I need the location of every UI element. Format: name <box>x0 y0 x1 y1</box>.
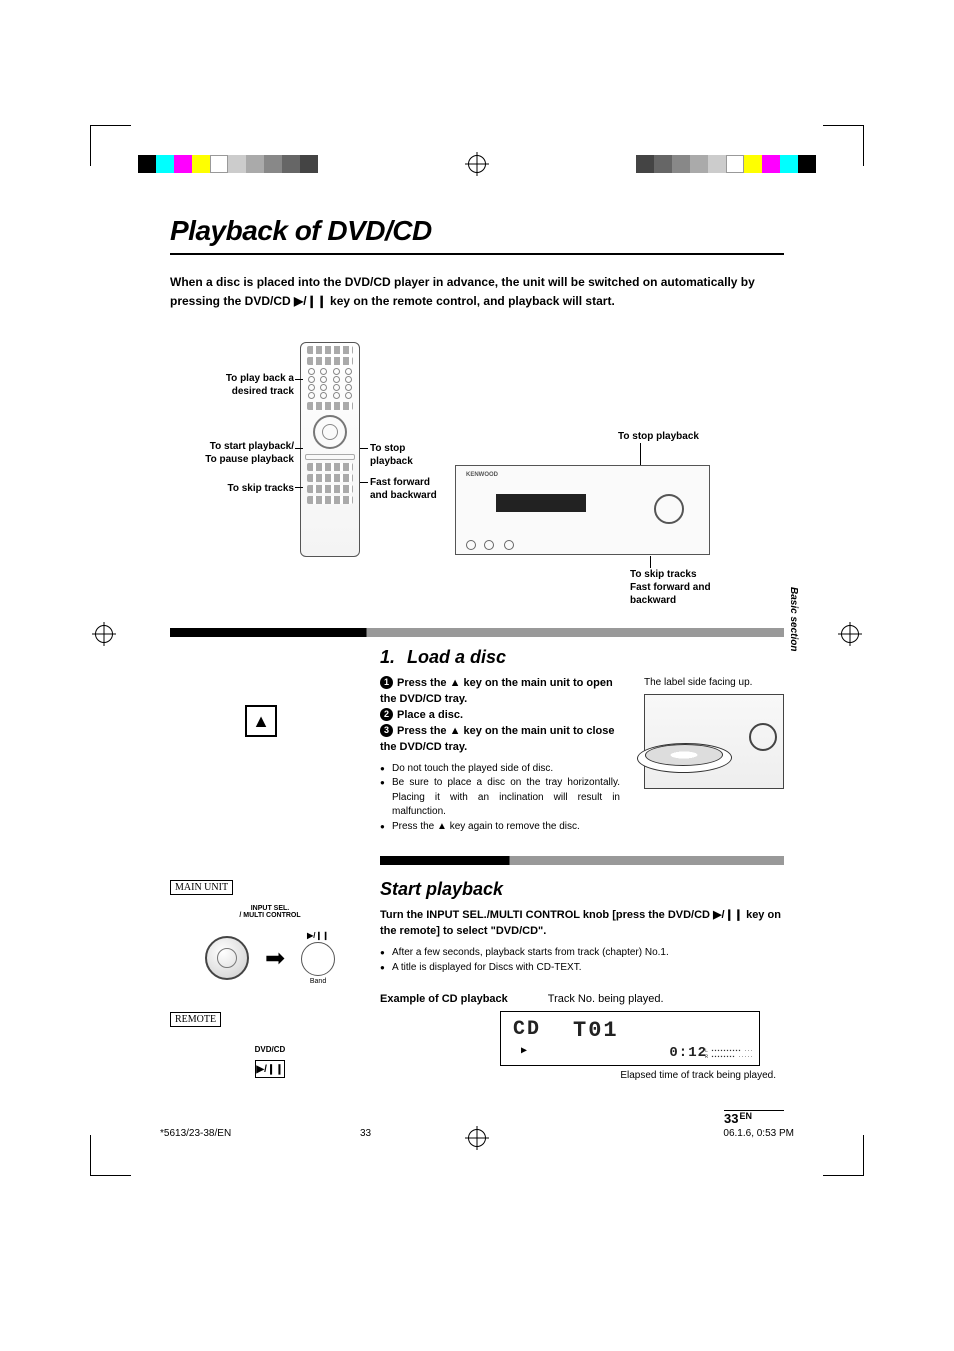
label-start-pause: To start playback/ To pause playback <box>174 440 294 466</box>
intro-line2a: pressing the DVD/CD <box>170 294 294 308</box>
section-load-disc: 1. Load a disc 1Press the ▲ key on the m… <box>380 647 784 834</box>
page-title: Playback of DVD/CD <box>170 215 784 247</box>
sec1-bullet2: Be sure to place a disc on the tray hori… <box>380 776 620 820</box>
footer-timestamp: 06.1.6, 0:53 PM <box>723 1128 794 1139</box>
arrow-right-icon: ➡ <box>265 944 285 973</box>
eject-glyph: ▲ <box>450 677 461 689</box>
step-badge-2: 2 <box>380 708 393 721</box>
label-playback-track: To play back a desired track <box>184 372 294 398</box>
step-badge-3: 3 <box>380 724 393 737</box>
intro-line2b: key on the remote control, and playback … <box>327 294 615 308</box>
remote-tag: REMOTE <box>170 1012 221 1027</box>
example-label: Example of CD playback <box>380 993 508 1005</box>
main-unit-tag: MAIN UNIT <box>170 880 233 895</box>
label-stop-unit: To stop playback <box>618 430 699 443</box>
registration-target-left <box>95 625 113 643</box>
display-time: 0:12 <box>669 1045 707 1061</box>
input-sel-knob-icon <box>205 936 249 980</box>
eject-glyph-2: ▲ <box>450 725 461 737</box>
footer-doc: *5613/23-38/EN <box>160 1128 360 1139</box>
main-unit-illustration: KENWOOD <box>455 465 710 555</box>
play-pause-glyph: ▶/❙❙ <box>294 294 327 308</box>
display-play-icon: ▶ <box>521 1045 527 1057</box>
intro-paragraph: When a disc is placed into the DVD/CD pl… <box>170 273 784 310</box>
elapsed-caption: Elapsed time of track being played. <box>380 1070 776 1081</box>
sec1-bullet3: Press the ▲ key again to remove the disc… <box>380 820 620 835</box>
sec1-right-illustration: The label side facing up. <box>644 677 784 789</box>
play-pause-small: ▶/❙❙ <box>301 931 335 940</box>
knob-caption: INPUT SEL. / MULTI CONTROL <box>170 905 370 919</box>
section-rule-1 <box>170 628 784 637</box>
title-rule <box>170 253 784 255</box>
registration-bar-right <box>636 155 816 173</box>
registration-target-right <box>841 625 859 643</box>
footer-page: 33 <box>360 1128 520 1139</box>
display-cd: CD <box>513 1018 541 1041</box>
sec2-bullet2: A title is displayed for Discs with CD-T… <box>380 961 784 976</box>
registration-target-top <box>468 155 486 173</box>
sec1-step3: 3Press the ▲ key on the main unit to clo… <box>380 724 620 756</box>
sec1-bullets: Do not touch the played side of disc. Be… <box>380 762 620 835</box>
side-tab: Basic section <box>788 587 799 651</box>
band-caption: Band <box>301 978 335 985</box>
footer-meta: *5613/23-38/EN 33 06.1.6, 0:53 PM <box>160 1128 794 1139</box>
display-track: T01 <box>573 1018 619 1043</box>
label-skip-ff-unit: To skip tracks Fast forward and backward <box>630 568 711 607</box>
label-stop-remote: To stop playback <box>370 442 413 468</box>
overview-diagram: To play back a desired track To start pl… <box>170 330 784 620</box>
cd-display: CD T01 ▶ 0:12 L ▪▪▪▪▪▪▪▪▪▪ ··· R ▪▪▪▪▪▪▪… <box>500 1011 760 1066</box>
sec1-title: Load a disc <box>407 647 506 668</box>
page-number: 33EN <box>724 1108 784 1126</box>
sec1-num: 1. <box>380 647 395 668</box>
dvdcd-caption: DVD/CD <box>170 1045 370 1054</box>
band-knob-icon <box>301 942 335 976</box>
section-rule-2 <box>380 856 784 865</box>
track-no-caption: Track No. being played. <box>548 993 664 1005</box>
page-content: Playback of DVD/CD When a disc is placed… <box>170 215 784 1126</box>
intro-line1: When a disc is placed into the DVD/CD pl… <box>170 275 755 289</box>
unit-with-tray-illustration <box>644 694 784 789</box>
eject-key-icon: ▲ <box>245 705 277 737</box>
sec1-step1: 1Press the ▲ key on the main unit to ope… <box>380 676 620 708</box>
label-skip-tracks-remote: To skip tracks <box>194 482 294 495</box>
remote-illustration <box>300 342 360 557</box>
example-row: Example of CD playback Track No. being p… <box>380 993 784 1005</box>
step-badge-1: 1 <box>380 676 393 689</box>
brand-label: KENWOOD <box>466 472 498 478</box>
display-vu: L ▪▪▪▪▪▪▪▪▪▪ ··· R ▪▪▪▪▪▪▪▪ ····· <box>705 1049 753 1060</box>
dvdcd-button-icon: ▶/❙❙ <box>255 1060 285 1078</box>
sec2-instruction: Turn the INPUT SEL./MULTI CONTROL knob [… <box>380 908 784 940</box>
registration-bar-left <box>138 155 318 173</box>
knob-illustration: ➡ ▶/❙❙ Band <box>170 931 370 985</box>
sec2-bullets: After a few seconds, playback starts fro… <box>380 946 784 975</box>
label-ff-rw-remote: Fast forward and backward <box>370 476 437 502</box>
sec2-title: Start playback <box>380 879 784 900</box>
sec1-step2: 2Place a disc. <box>380 708 620 724</box>
sec2-left-column: MAIN UNIT INPUT SEL. / MULTI CONTROL ➡ ▶… <box>170 879 370 1078</box>
sec1-bullet1: Do not touch the played side of disc. <box>380 762 620 777</box>
label-side-up: The label side facing up. <box>644 677 784 688</box>
section-start-playback: MAIN UNIT INPUT SEL. / MULTI CONTROL ➡ ▶… <box>170 879 784 1081</box>
sec2-right-column: Start playback Turn the INPUT SEL./MULTI… <box>380 879 784 1081</box>
sec2-bullet1: After a few seconds, playback starts fro… <box>380 946 784 961</box>
